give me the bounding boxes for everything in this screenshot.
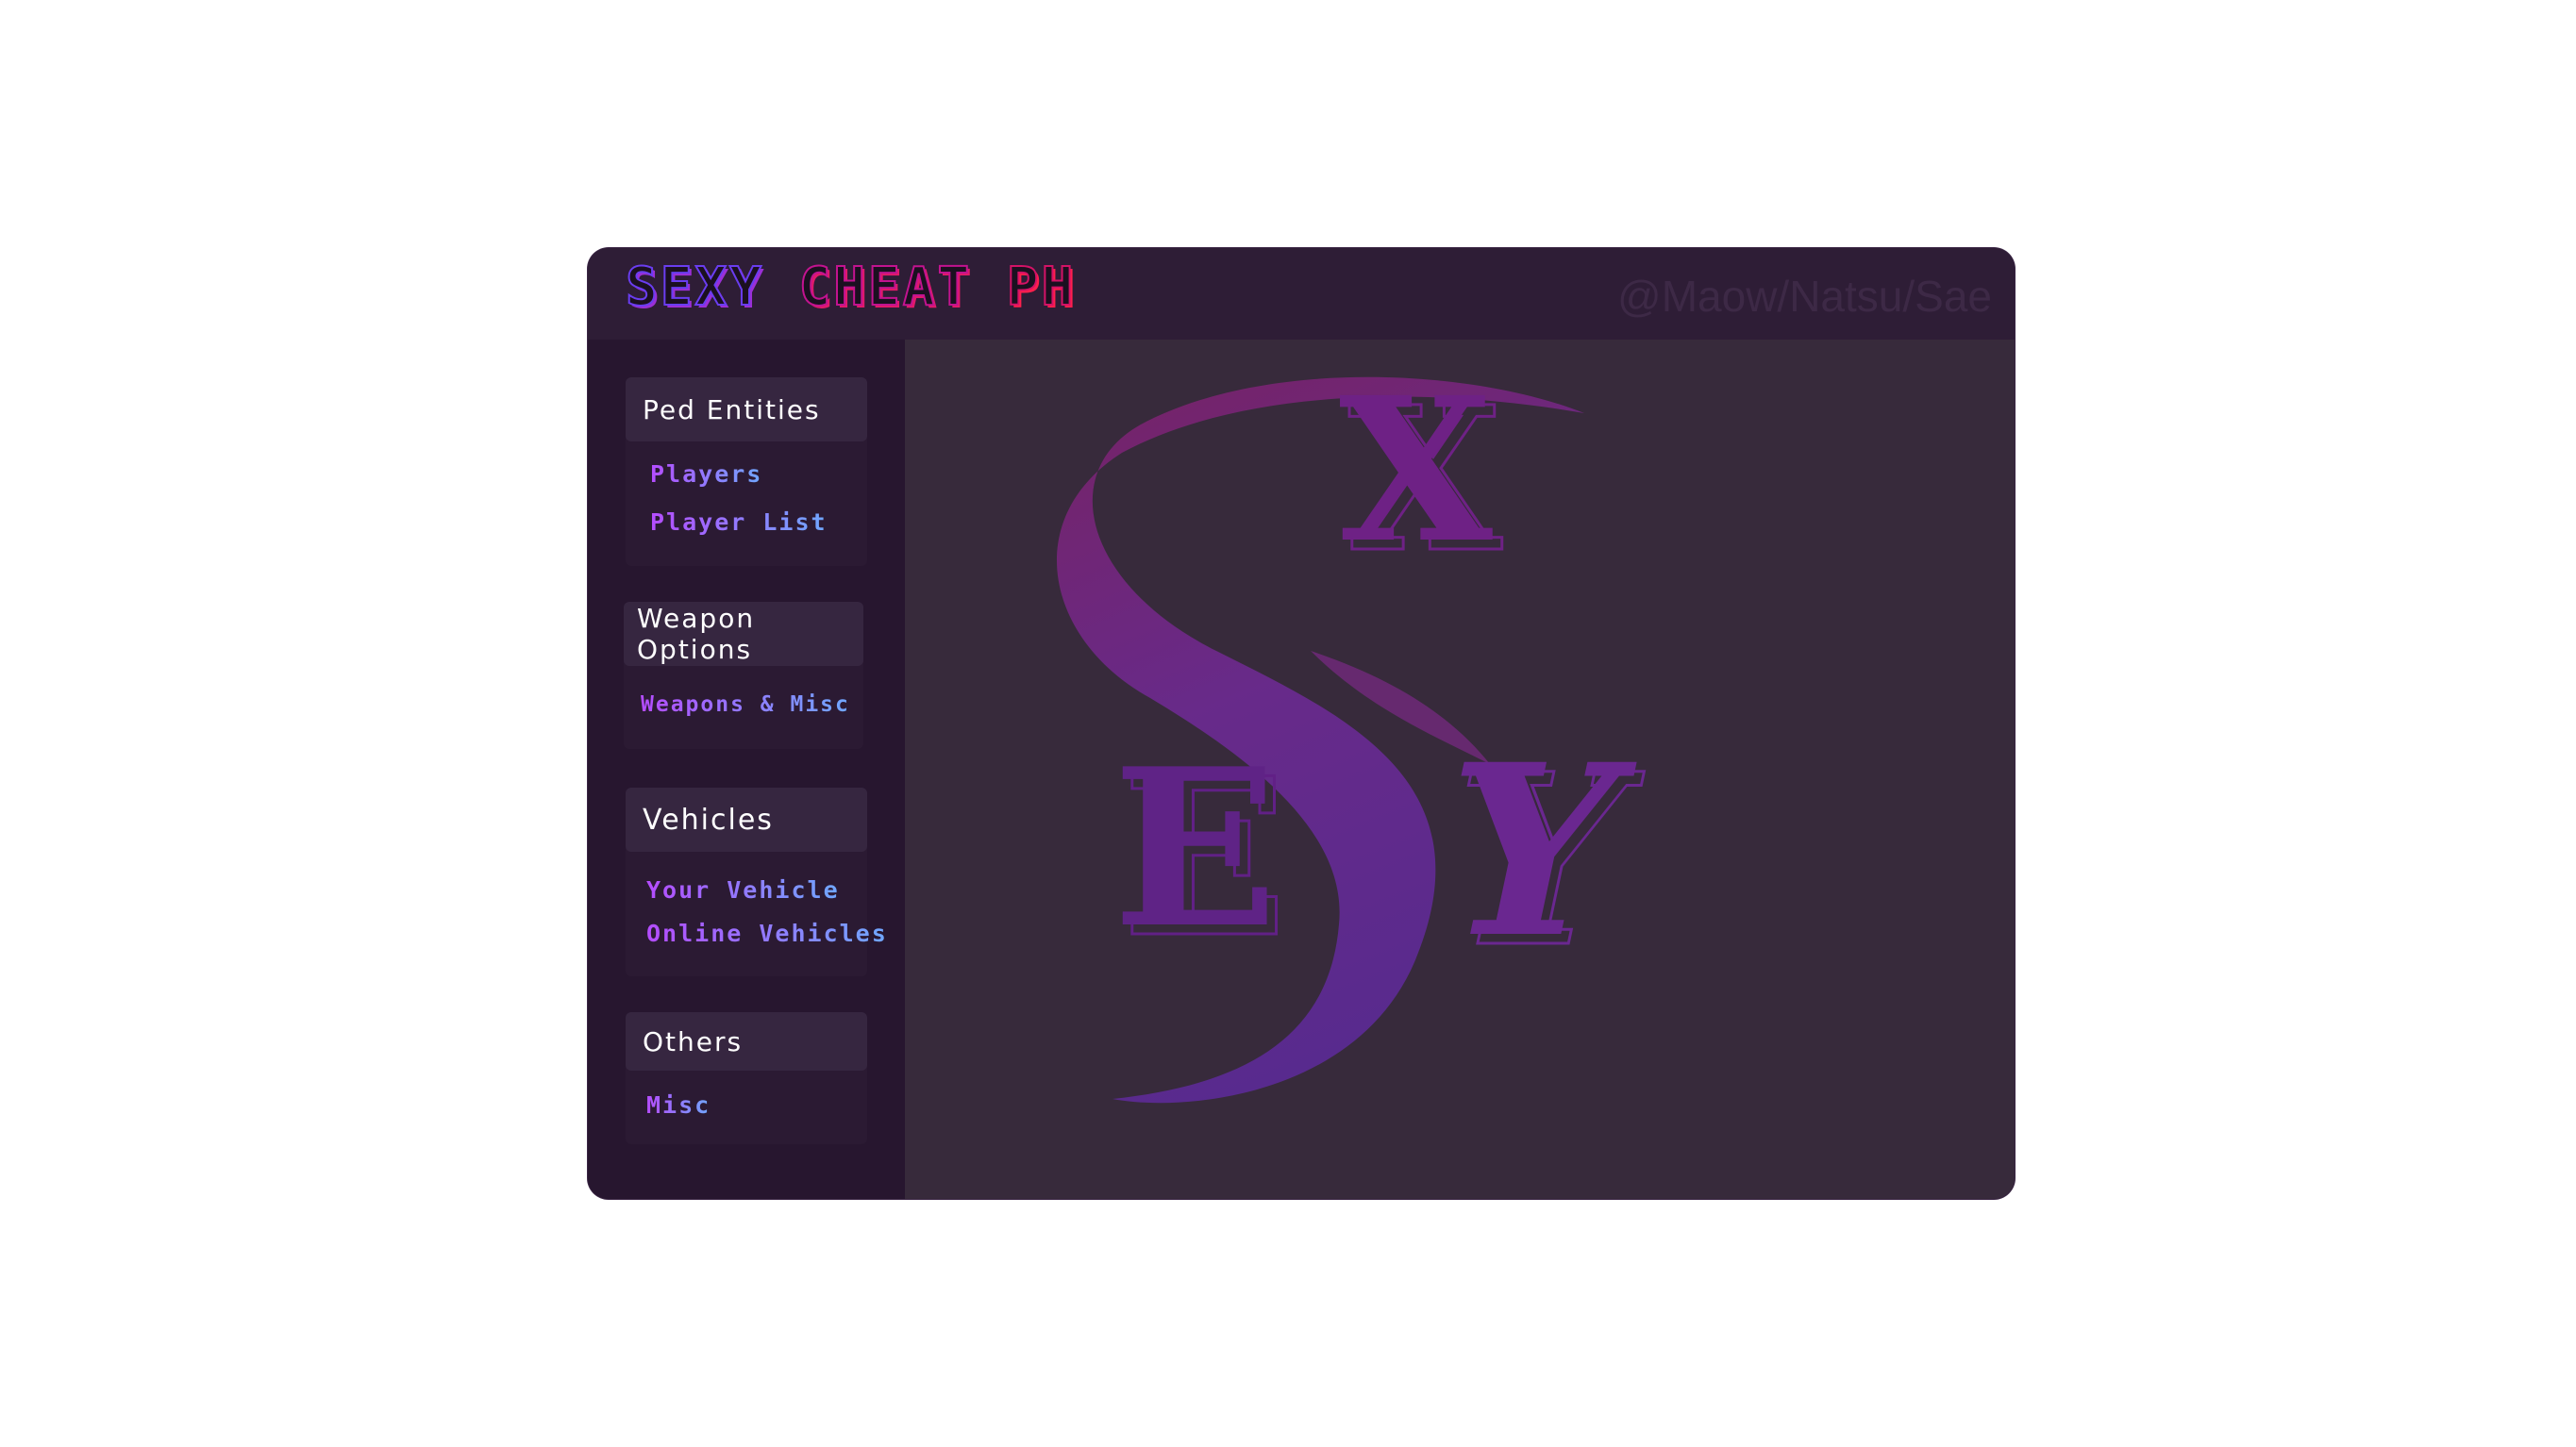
sidebar: Ped Entities Players Player List Weapon …	[588, 340, 905, 1199]
author-watermark: @Maow/Natsu/Sae	[1617, 272, 1992, 321]
menu-item-weapons-misc[interactable]: Weapons & Misc	[641, 692, 850, 717]
title-bar[interactable]: SEXY CHEAT PH @Maow/Natsu/Sae	[588, 248, 2015, 340]
group-vehicles: Vehicles Your Vehicle Online Vehicles	[626, 788, 886, 976]
menu-item-players[interactable]: Players	[650, 460, 762, 488]
menu-item-online-vehicles[interactable]: Online Vehicles	[646, 920, 888, 947]
logo-word-2: CHEAT	[798, 257, 973, 318]
group-header-weapon-options: Weapon Options	[624, 602, 863, 666]
emblem-x-letter: X X	[1339, 354, 1504, 598]
group-header-vehicles: Vehicles	[626, 788, 867, 852]
cheat-menu-window: SEXY CHEAT PH @Maow/Natsu/Sae Ped Entiti…	[588, 248, 2015, 1199]
emblem-y-letter: Y Y	[1415, 713, 1657, 1001]
group-header-others: Others	[626, 1012, 867, 1071]
group-header-ped-entities: Ped Entities	[626, 377, 867, 441]
emblem-e-letter: E E	[1112, 722, 1289, 988]
svg-text:X: X	[1339, 354, 1493, 587]
logo-word-1: SEXY	[625, 257, 764, 318]
logo-word-3: PH	[1006, 257, 1077, 318]
sexy-emblem: X X E E Y Y	[1056, 354, 1657, 1104]
menu-item-player-list[interactable]: Player List	[650, 508, 828, 536]
menu-item-your-vehicle[interactable]: Your Vehicle	[646, 876, 840, 904]
group-weapon-options: Weapon Options Weapons & Misc	[624, 602, 863, 749]
main-panel: X X E E Y Y	[905, 340, 2015, 1199]
group-others: Others Misc	[626, 1012, 867, 1144]
svg-text:Y: Y	[1415, 713, 1648, 990]
svg-text:E: E	[1112, 722, 1278, 976]
menu-item-misc[interactable]: Misc	[646, 1091, 711, 1119]
app-logo: SEXY CHEAT PH	[625, 260, 1076, 315]
group-ped-entities: Ped Entities Players Player List	[626, 377, 867, 566]
